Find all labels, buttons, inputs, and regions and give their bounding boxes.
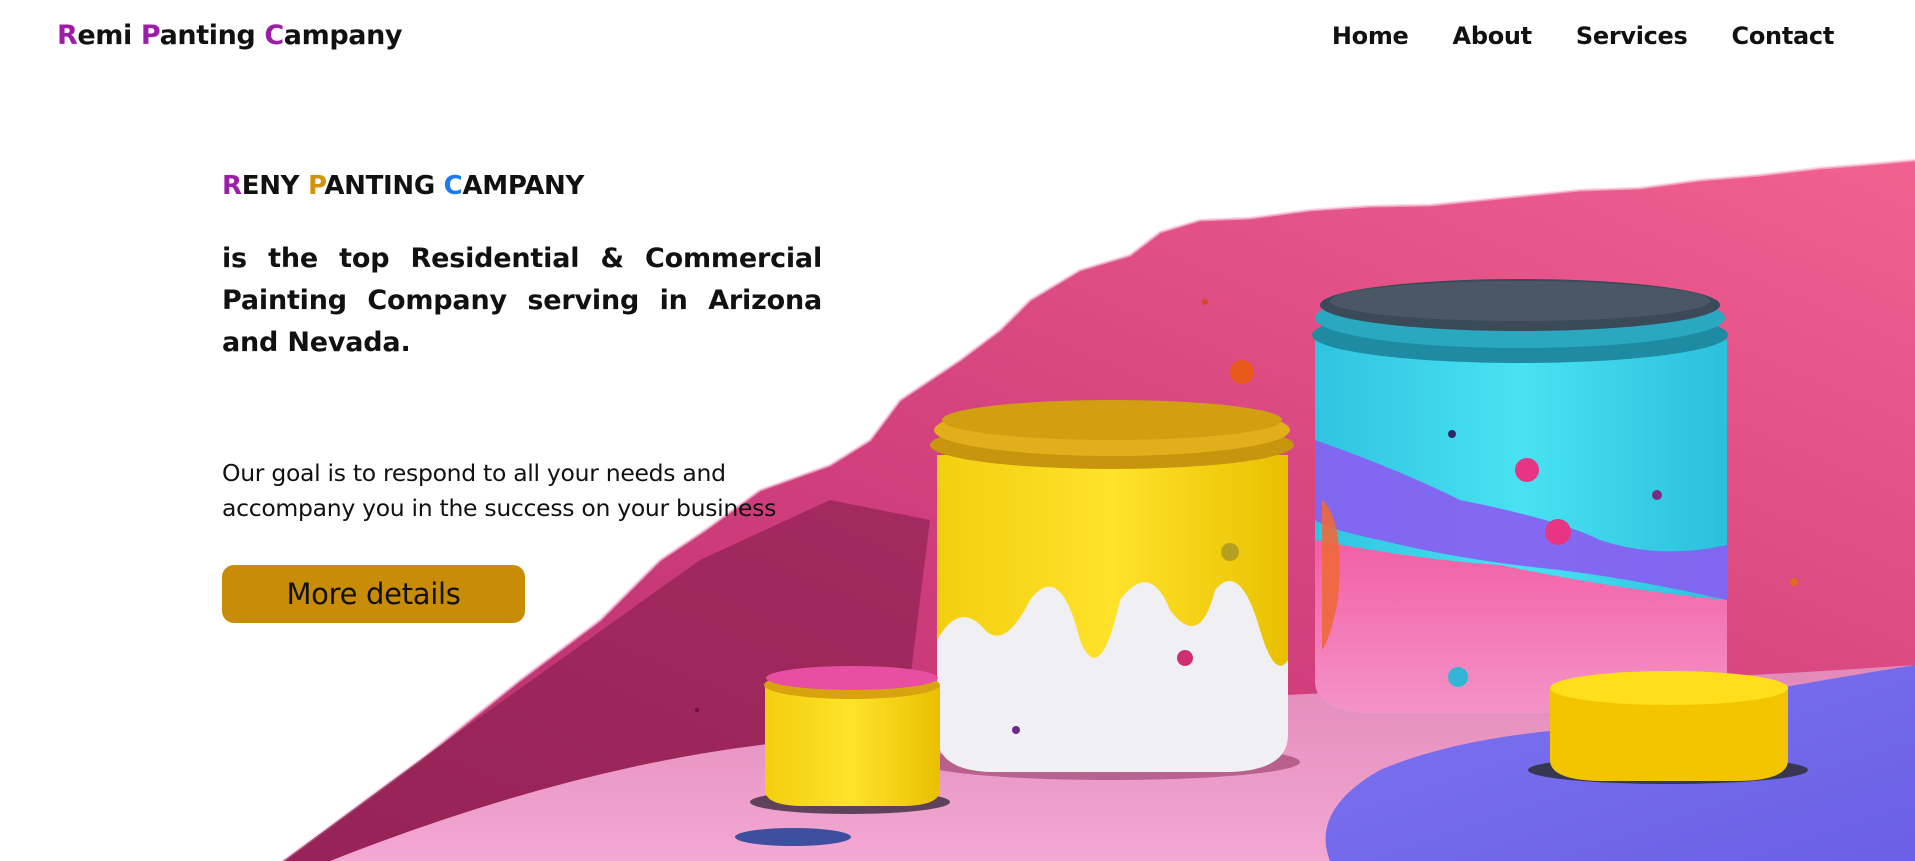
nav-link-home[interactable]: Home bbox=[1332, 22, 1409, 50]
description-line: Our goal is to respond to all your needs… bbox=[222, 459, 726, 487]
brand-initial: R bbox=[57, 20, 78, 51]
hero-description: Our goal is to respond to all your needs… bbox=[222, 456, 842, 526]
hero-company-name: RENY PANTING CAMPANY bbox=[222, 171, 584, 201]
more-details-button[interactable]: More details bbox=[222, 565, 525, 623]
brand-word-rest: anting bbox=[159, 20, 265, 51]
description-line: accompany you in the success on your bus… bbox=[222, 494, 777, 522]
company-word-rest: ANTING bbox=[324, 171, 444, 201]
nav-link-contact[interactable]: Contact bbox=[1732, 22, 1835, 50]
company-initial: P bbox=[307, 171, 325, 201]
nav-link-services[interactable]: Services bbox=[1576, 22, 1688, 50]
company-word-rest: AMPANY bbox=[462, 171, 585, 201]
brand-initial: P bbox=[140, 20, 160, 51]
paint-cans-hero-image bbox=[282, 158, 1915, 861]
brand-initial: C bbox=[264, 20, 284, 51]
company-word-rest: ENY bbox=[241, 171, 308, 201]
hero-headline: is the top Residential & Commercial Pain… bbox=[222, 243, 822, 358]
brand-word-rest: emi bbox=[77, 20, 141, 51]
landing-page: Remi Panting Campany Home About Services… bbox=[0, 0, 1915, 861]
company-initial: C bbox=[443, 171, 463, 201]
brand-word-rest: ampany bbox=[283, 20, 403, 51]
company-initial: R bbox=[222, 171, 242, 201]
brand-logo[interactable]: Remi Panting Campany bbox=[57, 20, 402, 51]
main-navigation: Home About Services Contact bbox=[1288, 22, 1834, 50]
nav-link-about[interactable]: About bbox=[1453, 22, 1533, 50]
